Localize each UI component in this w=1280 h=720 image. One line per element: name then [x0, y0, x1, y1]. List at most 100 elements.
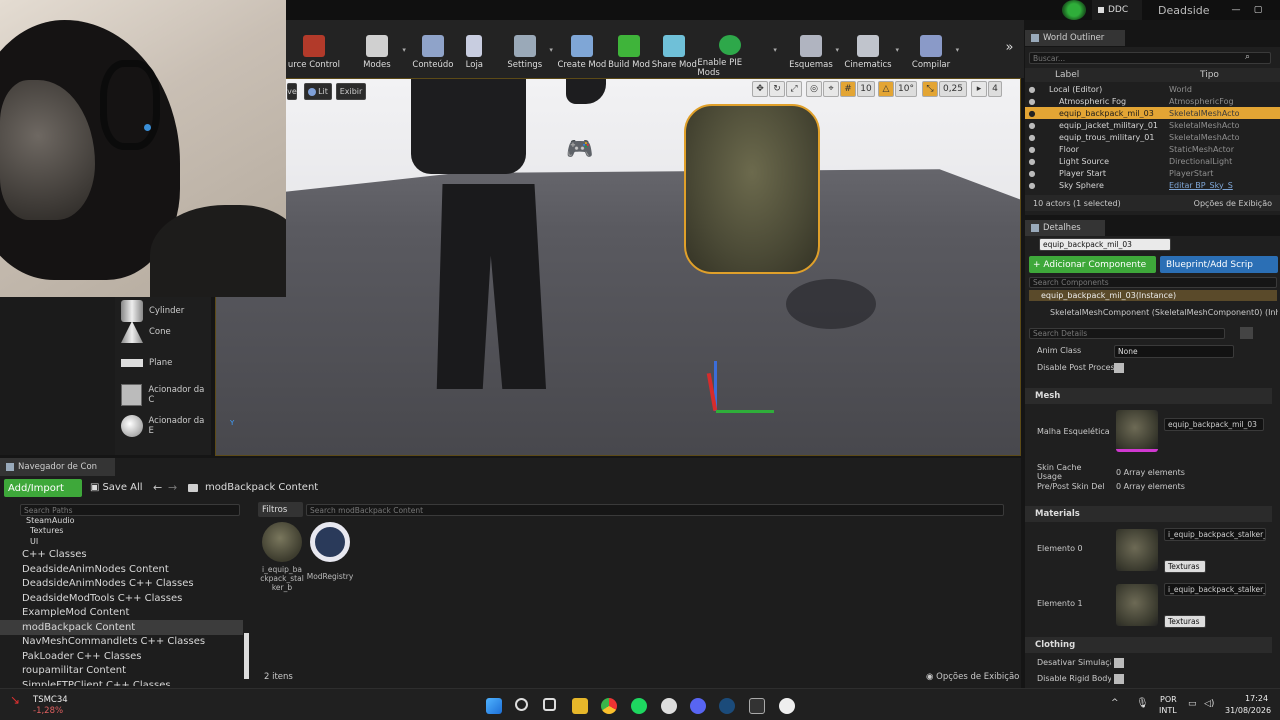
filters-button[interactable]: Filtros	[258, 502, 303, 517]
ue-logo-icon[interactable]	[1062, 0, 1086, 20]
place-cone[interactable]: Cone	[115, 318, 211, 346]
level-viewport[interactable]: ve Lit Exibir 🎮 Y ✥ ↻ ⤢ ◎ ⌖ # 10 △ 10° ⤡…	[215, 78, 1021, 456]
visibility-icon[interactable]: ●	[1025, 145, 1039, 154]
tab-content-browser[interactable]: Navegador de Con	[0, 458, 115, 476]
search-content-input[interactable]: Search modBackpack Content	[306, 504, 1004, 516]
network-icon[interactable]: ▭	[1188, 699, 1197, 709]
disable-sim-checkbox[interactable]	[1114, 658, 1124, 668]
scale-icon[interactable]: ⤢	[786, 81, 802, 97]
visibility-icon[interactable]: ●	[1025, 133, 1039, 142]
materials-section-header[interactable]: Materials	[1025, 506, 1272, 522]
toolbar-overflow-icon[interactable]: »	[995, 20, 1024, 78]
tree-item[interactable]: SteamAudio	[0, 516, 243, 525]
enable-pie-mods-button[interactable]: Enable PIE Mods ▾	[697, 20, 777, 78]
steam-icon[interactable]	[719, 698, 735, 714]
perspective-button[interactable]: ve	[287, 83, 297, 100]
tree-scrollbar[interactable]	[244, 633, 249, 679]
skeletal-mesh-select[interactable]: equip_backpack_mil_03	[1164, 418, 1264, 431]
windows-start-icon[interactable]	[486, 698, 502, 714]
visibility-icon[interactable]: ●	[1025, 121, 1039, 130]
disable-post-process-checkbox[interactable]	[1114, 363, 1124, 373]
tree-item[interactable]: PakLoader C++ Classes	[0, 649, 243, 664]
tree-item[interactable]: SimpleFTPClient C++ Classes	[0, 678, 243, 686]
chrome-icon[interactable]	[601, 698, 617, 714]
lit-button[interactable]: Lit	[304, 83, 332, 100]
clothing-section-header[interactable]: Clothing	[1025, 637, 1272, 653]
search-details-input[interactable]: Search Details	[1029, 328, 1225, 339]
angle-snap-value[interactable]: 10°	[895, 81, 917, 97]
tree-item-selected[interactable]: modBackpack Content	[0, 620, 243, 635]
outliner-row[interactable]: ● Sky Sphere Editar BP_Sky_S	[1025, 179, 1280, 191]
asset-modregistry-thumbnail[interactable]	[310, 522, 350, 562]
outliner-row-selected[interactable]: ● equip_backpack_mil_03 SkeletalMeshActo	[1025, 107, 1280, 119]
path-breadcrumb[interactable]: modBackpack Content	[188, 482, 318, 493]
maximize-icon[interactable]: ▢	[1248, 0, 1268, 20]
place-sphere-trigger[interactable]: Acionador da E	[115, 412, 211, 440]
compile-button[interactable]: Compilar ▾	[907, 20, 959, 78]
discord-icon[interactable]	[690, 698, 706, 714]
element0-select[interactable]: i_equip_backpack_stalker_b	[1164, 528, 1266, 541]
outliner-row[interactable]: ● Player Start PlayerStart	[1025, 167, 1280, 179]
anim-class-select[interactable]: None	[1114, 345, 1234, 358]
visibility-icon[interactable]: ●	[1025, 157, 1039, 166]
property-matrix-icon[interactable]	[1240, 327, 1253, 339]
blueprints-button[interactable]: Esquemas ▾	[787, 20, 839, 78]
save-all-button[interactable]: ▣ Save All	[90, 482, 143, 493]
tree-item[interactable]: NavMeshCommandlets C++ Classes	[0, 635, 243, 650]
rotate-icon[interactable]: ↻	[769, 81, 785, 97]
volume-icon[interactable]: ◁)	[1204, 699, 1214, 709]
task-view-icon[interactable]	[543, 698, 556, 711]
search-paths-input[interactable]: Search Paths	[20, 504, 240, 516]
minimize-icon[interactable]: —	[1226, 0, 1246, 20]
visibility-icon[interactable]: ●	[1025, 181, 1039, 190]
outliner-row[interactable]: ● Local (Editor) World	[1025, 83, 1280, 95]
tree-item[interactable]: C++ Classes	[0, 547, 243, 562]
tree-item[interactable]: DeadsideAnimNodes Content	[0, 562, 243, 577]
visibility-icon[interactable]: ●	[1025, 169, 1039, 178]
element0-textures-button[interactable]: Texturas	[1164, 560, 1206, 573]
show-button[interactable]: Exibir	[336, 83, 366, 100]
content-view-options[interactable]: ◉ Opções de Exibição	[926, 672, 1019, 682]
outliner-row[interactable]: ● equip_trous_military_01 SkeletalMeshActo	[1025, 131, 1280, 143]
mesh-section-header[interactable]: Mesh	[1025, 388, 1272, 404]
tree-item[interactable]: DeadsideAnimNodes C++ Classes	[0, 577, 243, 592]
place-plane[interactable]: Plane	[115, 349, 211, 377]
chevron-up-icon[interactable]: ^	[1111, 698, 1119, 708]
skeletal-mesh-thumbnail[interactable]	[1116, 410, 1158, 452]
stock-name[interactable]: TSMC34	[33, 695, 68, 705]
ddc-badge[interactable]: DDC	[1092, 0, 1142, 20]
backpack-mesh[interactable]	[684, 104, 820, 274]
row-type-link[interactable]: Editar BP_Sky_S	[1169, 181, 1239, 190]
jacket-mesh[interactable]	[411, 79, 526, 174]
outliner-row[interactable]: ● Light Source DirectionalLight	[1025, 155, 1280, 167]
grid-snap-icon[interactable]: #	[840, 81, 856, 97]
tree-item[interactable]: roupamilitar Content	[0, 664, 243, 679]
forward-arrow-icon[interactable]: →	[168, 481, 177, 494]
visibility-icon[interactable]: ●	[1025, 85, 1039, 94]
add-component-button[interactable]: + Adicionar Componente	[1029, 256, 1156, 273]
camera-speed-icon[interactable]: ▸	[971, 81, 987, 97]
transform-gizmo[interactable]	[706, 361, 776, 421]
outliner-row[interactable]: ● Floor StaticMeshActor	[1025, 143, 1280, 155]
outliner-search-input[interactable]: Buscar...	[1029, 52, 1271, 64]
search-icon[interactable]	[515, 698, 528, 711]
settings-button[interactable]: Settings ▾	[501, 20, 553, 78]
scale-snap-value[interactable]: 0,25	[939, 81, 967, 97]
outliner-row[interactable]: ● Atmospheric Fog AtmosphericFog	[1025, 95, 1280, 107]
element1-thumbnail[interactable]	[1116, 584, 1158, 626]
element1-textures-button[interactable]: Texturas	[1164, 615, 1206, 628]
unreal-engine-icon[interactable]	[779, 698, 795, 714]
column-label[interactable]: Label	[1055, 70, 1200, 80]
visibility-icon[interactable]: ●	[1025, 109, 1039, 118]
tab-world-outliner[interactable]: World Outliner	[1025, 30, 1125, 46]
modes-button[interactable]: Modes ▾	[352, 20, 406, 78]
blueprint-button[interactable]: Blueprint/Add Scrip	[1160, 256, 1278, 273]
share-mod-button[interactable]: Share Mod	[651, 20, 697, 78]
terminal-icon[interactable]	[749, 698, 765, 714]
tree-item[interactable]: UI	[0, 536, 243, 547]
source-control-button[interactable]: urce Control	[286, 20, 342, 78]
player-start-icon[interactable]: 🎮	[566, 137, 602, 173]
disable-rigid-checkbox[interactable]	[1114, 674, 1124, 684]
microphone-icon[interactable]: 🎙	[1136, 698, 1149, 709]
angle-snap-icon[interactable]: △	[878, 81, 894, 97]
